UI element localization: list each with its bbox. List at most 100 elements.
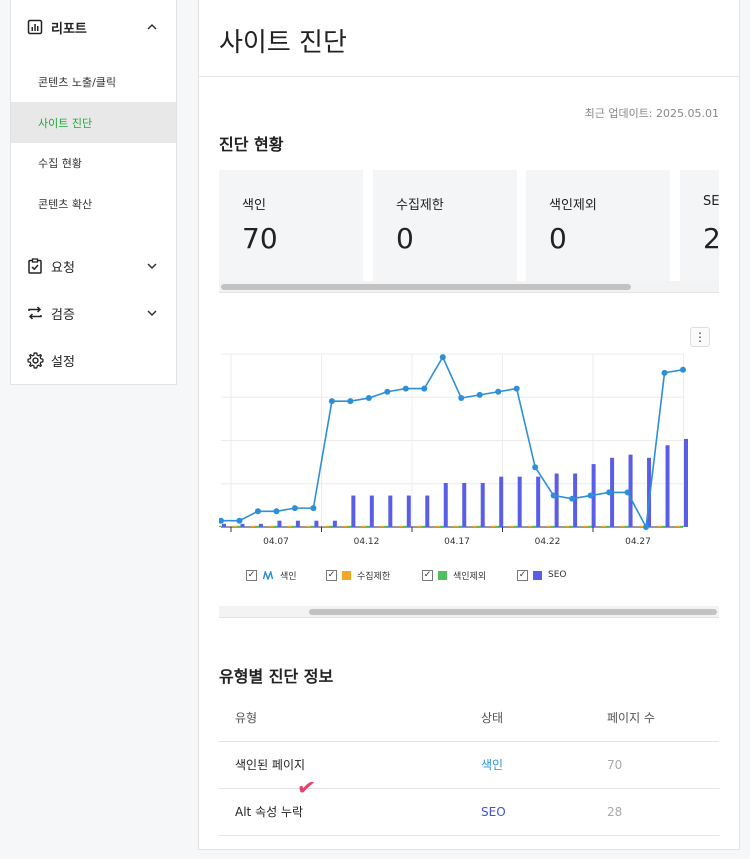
last-updated: 최근 업데이트: 2025.05.01: [584, 107, 719, 120]
bar: [277, 520, 282, 527]
bar: [665, 445, 670, 527]
checkbox-checked-icon[interactable]: ✓: [422, 569, 433, 581]
type-section-title: 유형별 진단 정보: [219, 667, 334, 686]
line-point: [550, 492, 557, 499]
x-tick-label: 04.27: [625, 537, 651, 547]
legend-item-index[interactable]: ✓ 색인: [246, 568, 297, 582]
bar: [369, 495, 374, 527]
bar: [480, 482, 485, 527]
legend-swatch: [438, 570, 447, 580]
bar: [232, 525, 237, 527]
table-header-row: 유형 상태 페이지 수: [219, 694, 719, 742]
menu-request[interactable]: 요청: [11, 254, 176, 278]
bar: [602, 525, 607, 527]
sidebar-item-crawl-status[interactable]: 수집 현황: [11, 142, 176, 183]
chevron-down-icon[interactable]: [145, 259, 159, 273]
x-tick-label: 04.17: [444, 537, 470, 547]
chart-scrollbar[interactable]: [219, 606, 719, 618]
legend-label: 색인: [280, 571, 297, 582]
bar-chart-icon: [26, 18, 44, 36]
diagnosis-chart: 04.07 04.12 04.17 04.22 04.27: [219, 353, 688, 547]
card-index-excluded[interactable]: 색인제외 0: [526, 170, 670, 282]
row-status-link[interactable]: SEO: [481, 788, 607, 836]
x-tick-label: 04.12: [354, 537, 380, 547]
card-index[interactable]: 색인 70: [219, 170, 363, 282]
bar: [569, 525, 574, 527]
column-header-status: 상태: [481, 694, 607, 742]
bar: [443, 482, 448, 527]
chart-menu-button[interactable]: ⋮: [690, 327, 710, 347]
bar: [606, 525, 611, 527]
legend-item-index-excluded[interactable]: ✓ 색인제외: [422, 568, 486, 582]
bar: [657, 525, 662, 527]
line-point: [421, 385, 428, 392]
line-point: [291, 505, 298, 512]
bar: [472, 525, 477, 527]
bar: [240, 523, 245, 527]
line-point: [384, 388, 391, 395]
bar: [680, 525, 684, 527]
gear-icon: [26, 351, 44, 369]
bar: [222, 523, 226, 527]
bar: [565, 525, 570, 527]
menu-settings[interactable]: 설정: [11, 348, 176, 372]
card-label: 색인제외: [549, 198, 597, 213]
line-point: [347, 398, 354, 405]
menu-verify[interactable]: 검증: [11, 301, 176, 325]
chevron-down-icon[interactable]: [145, 306, 159, 320]
sidebar-item-content-spread[interactable]: 콘텐츠 확산: [11, 183, 176, 224]
bar: [269, 525, 274, 527]
bar: [421, 525, 426, 527]
bar: [384, 525, 389, 527]
row-status-link[interactable]: 색인: [481, 741, 607, 789]
menu-report-label: 리포트: [51, 21, 87, 37]
bar: [402, 525, 407, 527]
checkbox-checked-icon[interactable]: ✓: [326, 569, 337, 581]
clipboard-check-icon: [26, 257, 44, 275]
card-crawl-limit[interactable]: 수집제한 0: [373, 170, 517, 282]
bar: [550, 525, 555, 527]
bar: [495, 525, 500, 527]
divider: [199, 76, 739, 77]
card-label: 색인: [242, 198, 266, 213]
scrollbar-thumb[interactable]: [221, 284, 631, 290]
column-header-type: 유형: [219, 694, 481, 742]
bar: [536, 476, 541, 527]
page-title: 사이트 진단: [219, 28, 347, 58]
sidebar-item-content-exposure[interactable]: 콘텐츠 노출/클릭: [11, 61, 176, 102]
bar: [398, 525, 403, 527]
scrollbar-thumb[interactable]: [309, 609, 717, 615]
sidebar-item-site-diagnosis[interactable]: 사이트 진단: [11, 102, 176, 143]
legend-item-seo[interactable]: ✓ SEO: [517, 568, 566, 582]
bar: [388, 495, 393, 527]
bar: [365, 525, 370, 527]
bar: [417, 525, 422, 527]
checkbox-checked-icon[interactable]: ✓: [517, 569, 528, 581]
chevron-up-icon[interactable]: [145, 20, 159, 34]
bar: [287, 525, 292, 527]
table-row[interactable]: Alt 속성 누락 SEO 28: [219, 788, 719, 836]
line-point: [587, 492, 594, 499]
bar: [347, 525, 352, 527]
bar: [351, 495, 356, 527]
line-point: [328, 398, 335, 405]
cards-scrollbar[interactable]: [219, 281, 719, 293]
bar: [462, 482, 467, 527]
table-row[interactable]: 색인된 페이지 색인 70: [219, 741, 719, 789]
kebab-icon: ⋮: [694, 330, 706, 344]
bar: [328, 525, 333, 527]
bar: [587, 525, 592, 527]
legend-item-crawl-limit[interactable]: ✓ 수집제한: [326, 568, 390, 582]
bar: [532, 525, 537, 527]
bar: [661, 525, 666, 527]
line-point: [219, 517, 224, 524]
card-label: SEO: [703, 194, 719, 209]
menu-report[interactable]: 리포트: [11, 15, 176, 39]
line-point: [569, 495, 576, 502]
bar: [676, 525, 680, 527]
card-seo[interactable]: SEO 28: [680, 170, 719, 282]
legend-label: 색인제외: [453, 571, 487, 582]
checkbox-checked-icon[interactable]: ✓: [246, 569, 257, 581]
bar: [620, 525, 625, 527]
bar: [458, 525, 463, 527]
